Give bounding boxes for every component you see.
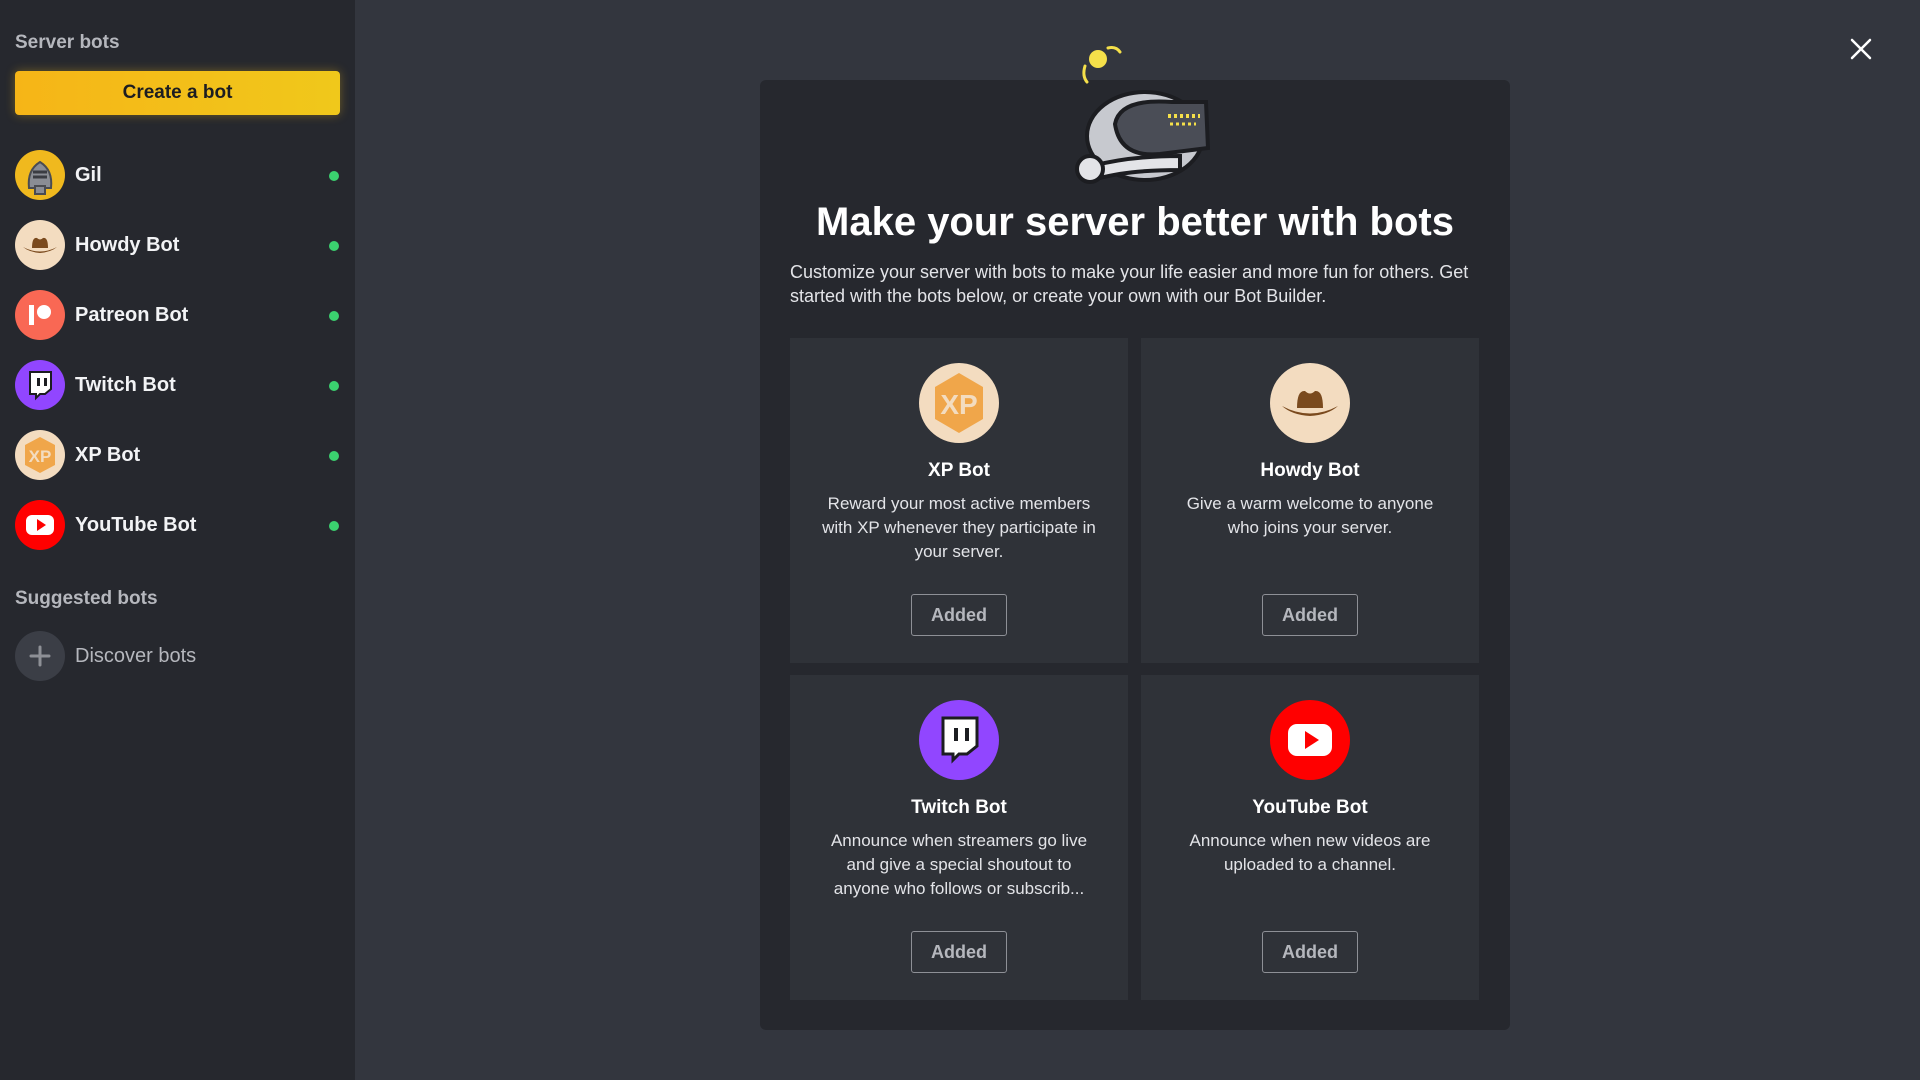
svg-text:XP: XP [940,389,977,420]
cowboy-hat-icon [15,220,65,270]
sidebar: Server bots Create a bot Gil Howdy Bot P… [0,0,355,1080]
cowboy-hat-icon [1270,363,1350,443]
added-button[interactable]: Added [911,594,1007,636]
bot-name: XP Bot [75,443,141,466]
twitch-icon [15,360,65,410]
sidebar-item-howdy-bot[interactable]: Howdy Bot [0,210,355,280]
bot-card-howdy-bot: Howdy Bot Give a warm welcome to anyone … [1141,338,1479,663]
sidebar-item-patreon-bot[interactable]: Patreon Bot [0,280,355,350]
bot-name: Gil [75,163,102,186]
online-status-dot [329,171,339,181]
modal-title: Make your server better with bots [816,200,1454,244]
patreon-icon [15,290,65,340]
sidebar-item-gil[interactable]: Gil [0,140,355,210]
online-status-dot [329,451,339,461]
discover-bots-button[interactable]: Discover bots [15,631,196,681]
server-bot-list: Gil Howdy Bot Patreon Bot Twitch Bot XP … [0,140,355,560]
bot-name: YouTube Bot [75,513,197,536]
xp-icon: XP [15,430,65,480]
bot-name: Patreon Bot [75,303,189,326]
robot-mascot-icon [1060,36,1220,186]
card-title: Twitch Bot [911,797,1007,818]
twitch-icon [919,700,999,780]
online-status-dot [329,521,339,531]
bot-card-xp-bot: XP XP Bot Reward your most active member… [790,338,1128,663]
online-status-dot [329,381,339,391]
youtube-icon [15,500,65,550]
server-bots-heading: Server bots [15,32,120,53]
added-button[interactable]: Added [1262,931,1358,973]
bot-name: Howdy Bot [75,233,180,256]
plus-icon [15,631,65,681]
modal-description: Customize your server with bots to make … [790,262,1469,306]
bot-name: Twitch Bot [75,373,176,396]
youtube-icon [1270,700,1350,780]
sidebar-item-xp-bot[interactable]: XP XP Bot [0,420,355,490]
knight-helmet-icon [15,150,65,200]
bot-card-youtube-bot: YouTube Bot Announce when new videos are… [1141,675,1479,1000]
sidebar-item-youtube-bot[interactable]: YouTube Bot [0,490,355,560]
online-status-dot [329,311,339,321]
card-title: Howdy Bot [1260,460,1360,481]
added-button[interactable]: Added [911,931,1007,973]
xp-icon: XP [919,363,999,443]
card-description: Announce when new videos are uploaded to… [1189,831,1431,874]
discover-bots-label: Discover bots [75,644,197,667]
card-description: Give a warm welcome to anyone who joins … [1186,494,1434,537]
online-status-dot [329,241,339,251]
card-title: YouTube Bot [1252,797,1368,818]
card-description: Announce when streamers go live and give… [830,831,1088,898]
suggested-bots-heading: Suggested bots [15,588,158,609]
bot-card-twitch-bot: Twitch Bot Announce when streamers go li… [790,675,1128,1000]
close-icon[interactable] [1846,34,1876,64]
create-bot-button[interactable]: Create a bot [15,71,340,115]
card-description: Reward your most active members with XP … [822,494,1096,561]
svg-text:XP: XP [29,447,52,466]
bots-modal: Make your server better with bots Custom… [760,80,1510,1030]
card-title: XP Bot [928,460,990,481]
sidebar-item-twitch-bot[interactable]: Twitch Bot [0,350,355,420]
added-button[interactable]: Added [1262,594,1358,636]
